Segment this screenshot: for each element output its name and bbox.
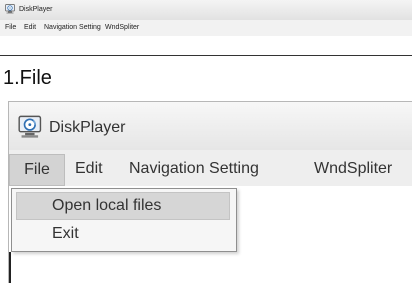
small-menu-bar: File Edit Navigation Setting WndSpliter <box>0 20 412 36</box>
small-menu-file[interactable]: File <box>5 24 16 32</box>
large-window-title: DiskPlayer <box>49 119 126 136</box>
file-dropdown-menu: Open local files Exit <box>11 188 237 252</box>
menu-item-label: Exit <box>52 225 79 242</box>
small-window-bottom-border <box>0 55 412 56</box>
large-window-screenshot: DiskPlayer File Edit Navigation Setting … <box>8 101 412 283</box>
small-menu-edit[interactable]: Edit <box>24 24 36 32</box>
menu-item-open-local-files[interactable]: Open local files <box>12 192 236 220</box>
menu-file[interactable]: File <box>9 154 65 186</box>
content-area-edge <box>9 252 11 283</box>
menu-edit[interactable]: Edit <box>75 158 103 180</box>
menu-navigation-setting[interactable]: Navigation Setting <box>129 158 259 180</box>
disk-monitor-icon <box>18 115 42 138</box>
small-window-title: DiskPlayer <box>19 6 53 13</box>
menu-item-exit[interactable]: Exit <box>12 220 236 248</box>
section-heading: 1.File <box>3 67 52 89</box>
disk-monitor-icon <box>5 4 15 14</box>
large-title-bar: DiskPlayer <box>9 102 412 150</box>
menu-wndspliter[interactable]: WndSpliter <box>314 158 392 180</box>
small-window-screenshot: DiskPlayer File Edit Navigation Setting … <box>0 0 412 58</box>
small-menu-wndspliter[interactable]: WndSpliter <box>105 24 139 32</box>
large-menu-bar: File Edit Navigation Setting WndSpliter <box>9 150 412 186</box>
small-menu-navigation-setting[interactable]: Navigation Setting <box>44 24 101 32</box>
menu-item-label: Open local files <box>52 197 162 214</box>
small-title-bar: DiskPlayer <box>0 0 412 20</box>
